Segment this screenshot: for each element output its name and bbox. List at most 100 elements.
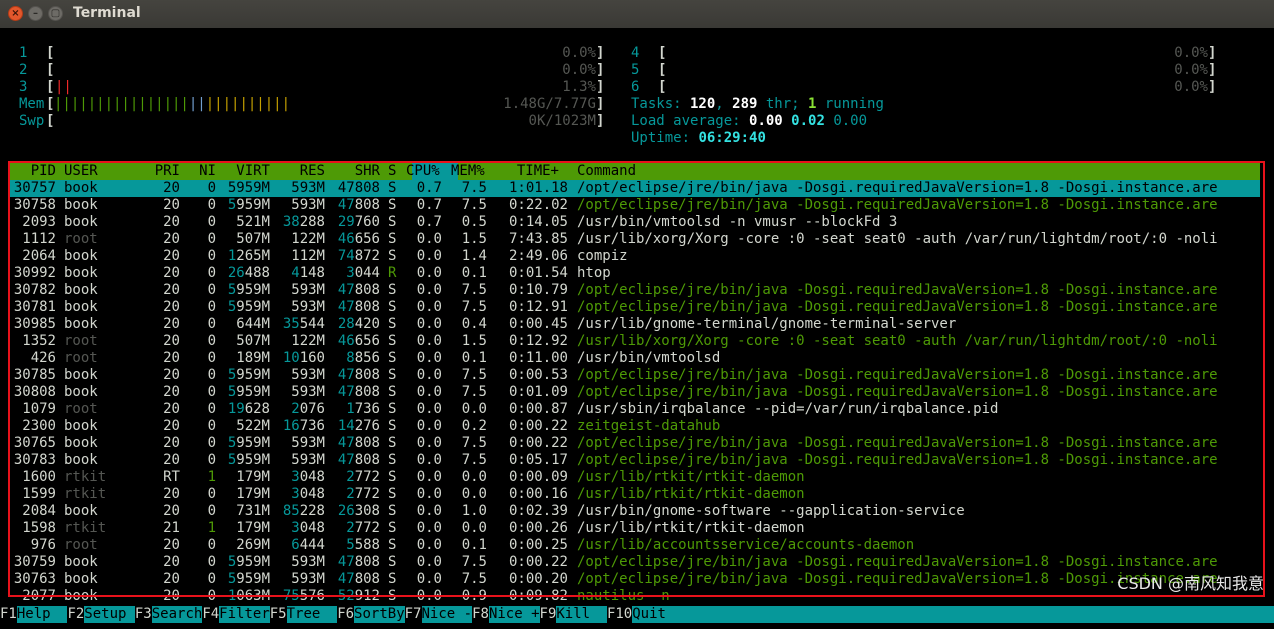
close-window-button[interactable]: × bbox=[8, 6, 23, 21]
cpu-meter-bracket: ] bbox=[1208, 45, 1217, 61]
process-pri: 20 bbox=[163, 503, 180, 519]
process-cmd: zeitgeist-datahub bbox=[577, 418, 721, 434]
fkey-f10[interactable]: F10 bbox=[607, 606, 632, 623]
process-row[interactable]: 30758 book 20 0 5959M 593M 47808 S 0.7 7.5 0:22.02… bbox=[0, 197, 1274, 214]
fkey-f6[interactable]: F6 bbox=[337, 606, 354, 623]
process-pri: 20 bbox=[163, 248, 180, 264]
process-row[interactable]: 30782 book 20 0 5959M 593M 47808 S 0.0 7.5 0:10.79… bbox=[0, 282, 1274, 299]
process-s: S bbox=[388, 588, 397, 604]
fkey-label-nice[interactable]: Nice + bbox=[488, 606, 540, 623]
process-row[interactable]: 1599 rtkit 20 0 179M 3048 2772 S 0.0 0.0 0:00.16/u… bbox=[0, 486, 1274, 503]
process-user: book bbox=[64, 316, 98, 332]
fkey-f8[interactable]: F8 bbox=[472, 606, 489, 623]
process-pri: 20 bbox=[163, 435, 180, 451]
process-row[interactable]: 30992 book 20 0 26488 4148 3044 R 0.0 0.1 0:01.54 h… bbox=[0, 265, 1274, 282]
process-row[interactable]: 1352 root 20 0 507M 122M 46656 S 0.0 1.5 0:12.92/u… bbox=[0, 333, 1274, 350]
process-row[interactable]: 2064 book 20 0 1265M 112M 74872 S 0.0 1.4 2:49.06 c… bbox=[0, 248, 1274, 265]
process-cpu: 0.0 bbox=[416, 520, 442, 536]
process-s: S bbox=[388, 367, 397, 383]
fkey-label-setup[interactable]: Setup bbox=[84, 606, 135, 623]
maximize-window-button[interactable]: ▢ bbox=[48, 6, 63, 21]
process-res: 593M bbox=[291, 367, 325, 383]
process-virt: 5959M bbox=[227, 197, 270, 213]
process-res: 3048 bbox=[291, 469, 325, 485]
process-res: 593M bbox=[291, 384, 325, 400]
process-row[interactable]: 30808 book 20 0 5959M 593M 47808 S 0.0 7.5 0:01.09… bbox=[0, 384, 1274, 401]
cpu-meter-percent: 0.0% bbox=[1174, 45, 1208, 61]
process-pri: 20 bbox=[163, 282, 180, 298]
process-row[interactable]: 2093 book 20 0 521M 38288 29760 S 0.7 0.5 0:14.05 /… bbox=[0, 214, 1274, 231]
process-s: S bbox=[388, 282, 397, 298]
fkey-label-help[interactable]: Help bbox=[16, 606, 68, 623]
cpu-meter-bracket: [ bbox=[46, 62, 55, 78]
process-pri: 20 bbox=[163, 231, 180, 247]
process-shr: 47808 bbox=[337, 367, 380, 383]
process-pid: 976 bbox=[30, 537, 56, 553]
process-row[interactable]: 2077 book 20 0 1063M 75576 52912 S 0.0 0.9 0:09.82… bbox=[0, 588, 1274, 605]
fkey-label-search[interactable]: Search bbox=[151, 606, 203, 623]
fkey-f5[interactable]: F5 bbox=[270, 606, 287, 623]
fkey-label-kill[interactable]: Kill bbox=[556, 606, 607, 623]
process-virt: 521M bbox=[236, 214, 270, 230]
fkey-f1[interactable]: F1 bbox=[0, 606, 17, 623]
process-row[interactable]: 30757 book 20 0 5959M 593M 47808 S 0.7 7.5 1:01.18… bbox=[0, 180, 1274, 197]
fkey-label-sortby[interactable]: SortBy bbox=[354, 606, 405, 623]
fkey-f2[interactable]: F2 bbox=[67, 606, 84, 623]
mem-meter-used-bar: |||||||||||||||| bbox=[54, 96, 189, 112]
fkey-label-tree[interactable]: Tree bbox=[286, 606, 338, 623]
process-mem: 7.5 bbox=[461, 571, 487, 587]
process-cmd: /usr/lib/rtkit/rtkit-daemon bbox=[577, 469, 805, 485]
process-cmd: /opt/eclipse/jre/bin/java -Dosgi.require… bbox=[577, 299, 1218, 315]
process-row[interactable]: 1598 rtkit 21 1 179M 3048 2772 S 0.0 0.0 0:00.26/u… bbox=[0, 520, 1274, 537]
fkey-label-quit[interactable]: Quit bbox=[632, 606, 1274, 623]
process-row[interactable]: 2084 book 20 0 731M 85228 26308 S 0.0 1.0 0:02.39 /… bbox=[0, 503, 1274, 520]
process-virt: 5959M bbox=[227, 299, 270, 315]
maximize-icon: ▢ bbox=[50, 7, 61, 19]
process-cmd: /usr/lib/rtkit/rtkit-daemon bbox=[577, 520, 805, 536]
process-pid: 30765 bbox=[13, 435, 56, 451]
process-row[interactable]: 30785 book 20 0 5959M 593M 47808 S 0.0 7.5 0:00.53… bbox=[0, 367, 1274, 384]
process-row[interactable]: 426 root 20 0 189M 10160 8856 S 0.0 0.1 0:11.00/us… bbox=[0, 350, 1274, 367]
process-shr: 28420 bbox=[337, 316, 380, 332]
process-virt: 522M bbox=[236, 418, 270, 434]
process-res: 16736 bbox=[282, 418, 325, 434]
process-row[interactable]: 30765 book 20 0 5959M 593M 47808 S 0.0 7.5 0:00.22… bbox=[0, 435, 1274, 452]
minimize-window-button[interactable]: – bbox=[28, 6, 43, 21]
process-cmd: /usr/lib/rtkit/rtkit-daemon bbox=[577, 486, 805, 502]
process-row[interactable]: 30759 book 20 0 5959M 593M 47808 S 0.0 7.5 0:00.22… bbox=[0, 554, 1274, 571]
process-mem: 0.0 bbox=[461, 486, 487, 502]
process-row[interactable]: 1600 rtkit RT 1 179M 3048 2772 S 0.0 0.0 0:00.09/u… bbox=[0, 469, 1274, 486]
fkey-label-nice[interactable]: Nice - bbox=[421, 606, 473, 623]
process-user: book bbox=[64, 554, 98, 570]
process-ni: 0 bbox=[207, 401, 216, 417]
process-time: 1:01.18 bbox=[508, 180, 568, 196]
process-row[interactable]: 30985 book 20 0 644M 35544 28420 S 0.0 0.4 0:00.45… bbox=[0, 316, 1274, 333]
process-time: 0:11.00 bbox=[508, 350, 568, 366]
fkey-f7[interactable]: F7 bbox=[405, 606, 422, 623]
process-pri: 20 bbox=[163, 571, 180, 587]
fkey-f9[interactable]: F9 bbox=[540, 606, 557, 623]
process-res: 3048 bbox=[291, 486, 325, 502]
fkey-f3[interactable]: F3 bbox=[135, 606, 152, 623]
fkey-label-filter[interactable]: Filter bbox=[219, 606, 270, 623]
tasks-separator: , bbox=[715, 96, 733, 112]
process-row[interactable]: 30783 book 20 0 5959M 593M 47808 S 0.0 7.5 0:05.17… bbox=[0, 452, 1274, 469]
process-row[interactable]: 976 root 20 0 269M 6444 5588 S 0.0 0.1 0:00.25/usr… bbox=[0, 537, 1274, 554]
load-average-15min: 0.00 bbox=[833, 113, 868, 129]
process-s: S bbox=[388, 537, 397, 553]
column-header-virt: VIRT bbox=[236, 163, 270, 179]
process-time: 0:02.39 bbox=[508, 503, 568, 519]
process-cmd: /opt/eclipse/jre/bin/java -Dosgi.require… bbox=[577, 435, 1218, 451]
process-mem: 0.0 bbox=[461, 401, 487, 417]
process-row[interactable]: 30763 book 20 0 5959M 593M 47808 S 0.0 7.5 0:00.20… bbox=[0, 571, 1274, 588]
process-res: 6444 bbox=[291, 537, 325, 553]
fkey-f4[interactable]: F4 bbox=[202, 606, 219, 623]
process-row[interactable]: 1079 root 20 0 19628 2076 1736 S 0.0 0.0 0:00.87/u… bbox=[0, 401, 1274, 418]
process-row[interactable]: 30781 book 20 0 5959M 593M 47808 S 0.0 7.5 0:12.91… bbox=[0, 299, 1274, 316]
process-row[interactable]: 2300 book 20 0 522M 16736 14276 S 0.0 0.2 0:00.22 z… bbox=[0, 418, 1274, 435]
process-time: 0:00.22 bbox=[508, 435, 568, 451]
process-cmd: /usr/lib/gnome-terminal/gnome-terminal-s… bbox=[577, 316, 957, 332]
process-row[interactable]: 1112 root 20 0 507M 122M 46656 S 0.0 1.5 7:43.85/u… bbox=[0, 231, 1274, 248]
htop-screen[interactable]: 1[0.0%] 2[0.0%] 3[|| 1.3%] 4[0.0%] 5[0.0%] 6[0… bbox=[0, 28, 1274, 629]
process-cmd: /opt/eclipse/jre/bin/java -Dosgi.require… bbox=[577, 452, 1218, 468]
